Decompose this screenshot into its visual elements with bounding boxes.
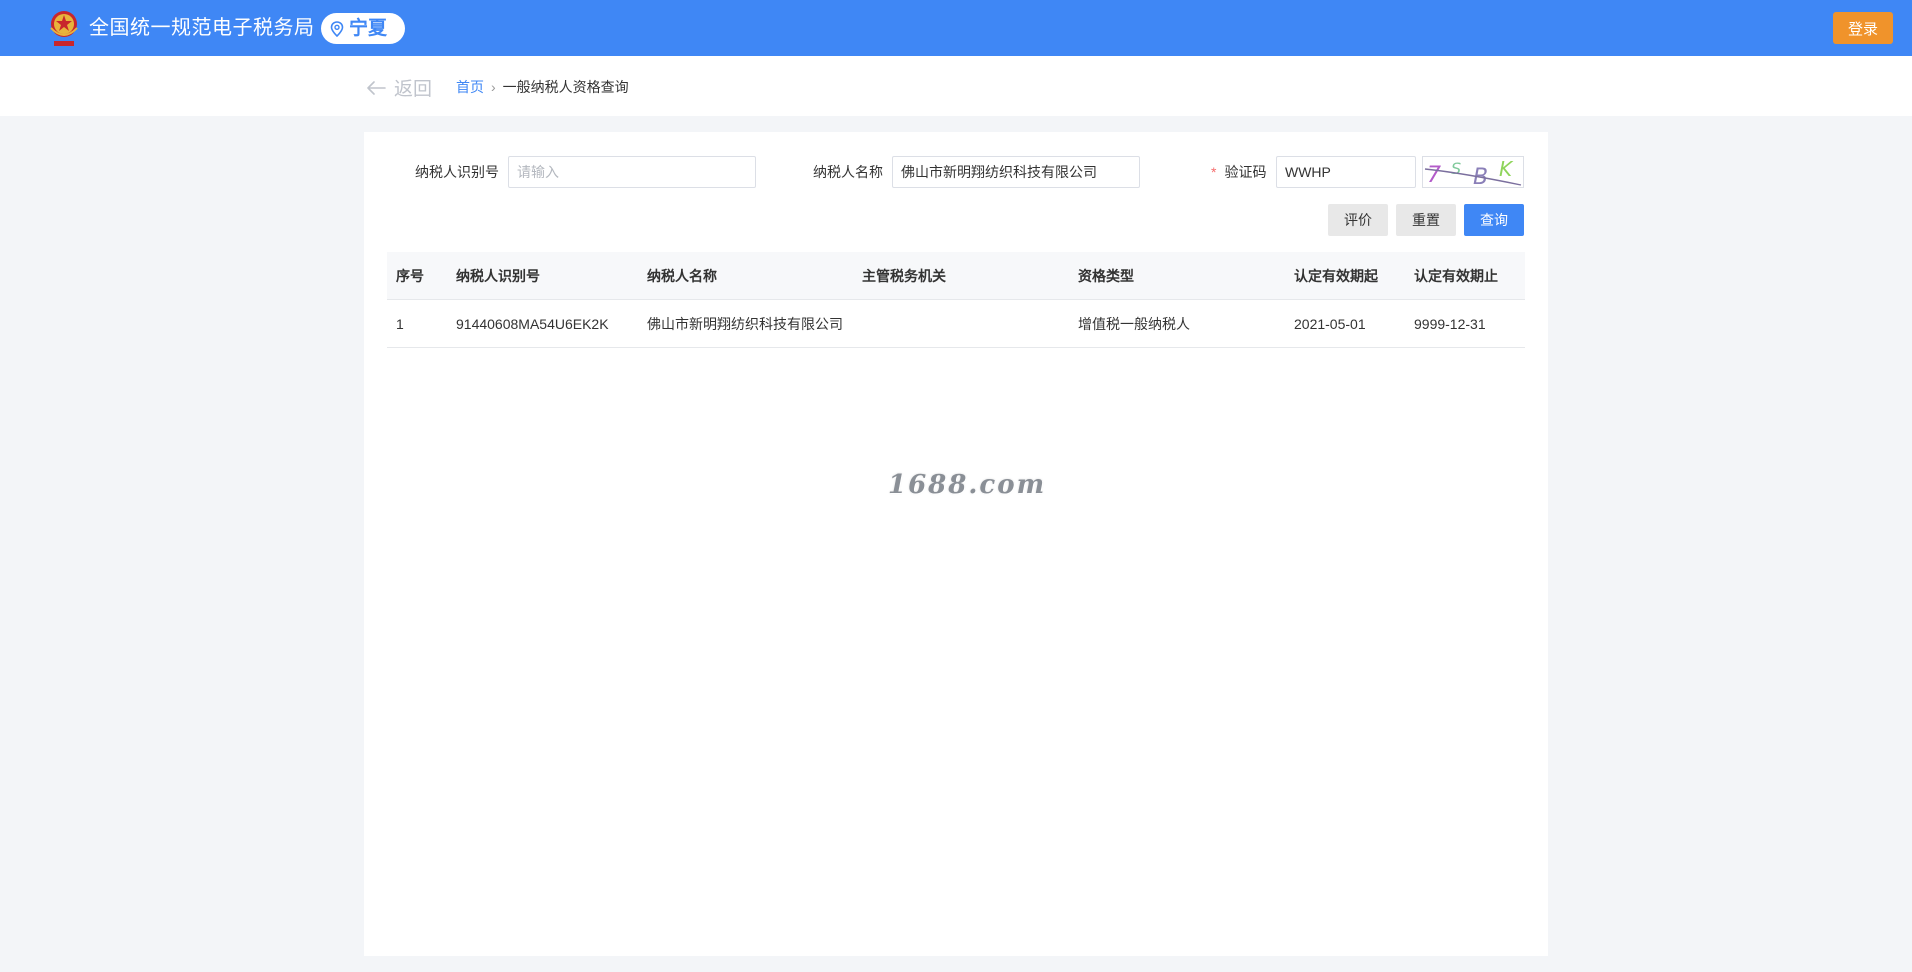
column-header: 资格类型 bbox=[1078, 268, 1134, 284]
table-header: 序号 纳税人识别号 纳税人名称 主管税务机关 资格类型 认定有效期起 认定有效期… bbox=[387, 252, 1525, 300]
watermark: 1688.com bbox=[888, 470, 1047, 500]
evaluate-button[interactable]: 评价 bbox=[1328, 204, 1388, 236]
breadcrumb: 首页 › 一般纳税人资格查询 bbox=[456, 77, 629, 97]
column-header: 纳税人识别号 bbox=[456, 268, 540, 284]
captcha-char: S bbox=[1451, 159, 1461, 178]
query-button[interactable]: 查询 bbox=[1464, 204, 1524, 236]
captcha-char: 7 bbox=[1427, 163, 1441, 187]
breadcrumb-current: 一般纳税人资格查询 bbox=[502, 79, 629, 95]
taxpayer-id-label: 纳税人识别号 bbox=[415, 164, 499, 180]
column-header: 认定有效期起 bbox=[1294, 268, 1378, 284]
tax-emblem-icon bbox=[50, 11, 78, 46]
table-cell: 2021-05-01 bbox=[1294, 316, 1366, 332]
captcha-image[interactable]: 7 S B K bbox=[1422, 156, 1524, 190]
back-label: 返回 bbox=[394, 79, 433, 100]
captcha-input[interactable] bbox=[1276, 156, 1416, 188]
top-header: 全国统一规范电子税务局 宁夏 登录 bbox=[0, 0, 1912, 56]
table-cell: 9999-12-31 bbox=[1414, 316, 1486, 332]
site-title: 全国统一规范电子税务局 bbox=[89, 17, 315, 39]
required-mark: * bbox=[1211, 164, 1217, 180]
captcha-label: 验证码 bbox=[1224, 164, 1267, 180]
breadcrumb-home-link[interactable]: 首页 bbox=[456, 77, 484, 97]
column-header: 认定有效期止 bbox=[1414, 268, 1498, 284]
breadcrumb-separator: › bbox=[491, 79, 496, 95]
table-cell: 佛山市新明翔纺织科技有限公司 bbox=[647, 316, 843, 332]
column-header: 纳税人名称 bbox=[647, 268, 717, 284]
region-label: 宁夏 bbox=[349, 18, 388, 39]
breadcrumb-bar: 返回 首页 › 一般纳税人资格查询 bbox=[0, 56, 1912, 116]
taxpayer-id-input[interactable] bbox=[508, 156, 756, 188]
region-selector[interactable]: 宁夏 bbox=[321, 13, 405, 44]
table-cell: 增值税一般纳税人 bbox=[1078, 316, 1190, 332]
column-header: 序号 bbox=[396, 268, 424, 284]
captcha-label-wrap: * 验证码 bbox=[1211, 156, 1266, 188]
back-button[interactable]: 返回 bbox=[366, 74, 432, 101]
taxpayer-name-label: 纳税人名称 bbox=[813, 164, 883, 180]
query-card: 纳税人识别号 纳税人名称 * 验证码 7 S B K 评价 重置 查询 序号 纳税… bbox=[364, 132, 1548, 956]
captcha-char: K bbox=[1499, 157, 1514, 181]
result-table: 序号 纳税人识别号 纳税人名称 主管税务机关 资格类型 认定有效期起 认定有效期… bbox=[387, 252, 1525, 348]
location-pin-icon bbox=[330, 20, 344, 37]
column-header: 主管税务机关 bbox=[862, 268, 946, 284]
arrow-left-icon bbox=[367, 80, 386, 95]
table-row: 1 91440608MA54U6EK2K 佛山市新明翔纺织科技有限公司 增值税一… bbox=[387, 300, 1525, 348]
taxpayer-name-input[interactable] bbox=[892, 156, 1140, 188]
login-button[interactable]: 登录 bbox=[1833, 12, 1893, 44]
reset-button[interactable]: 重置 bbox=[1396, 204, 1456, 236]
table-cell: 91440608MA54U6EK2K bbox=[456, 316, 609, 332]
table-cell: 1 bbox=[396, 316, 404, 332]
